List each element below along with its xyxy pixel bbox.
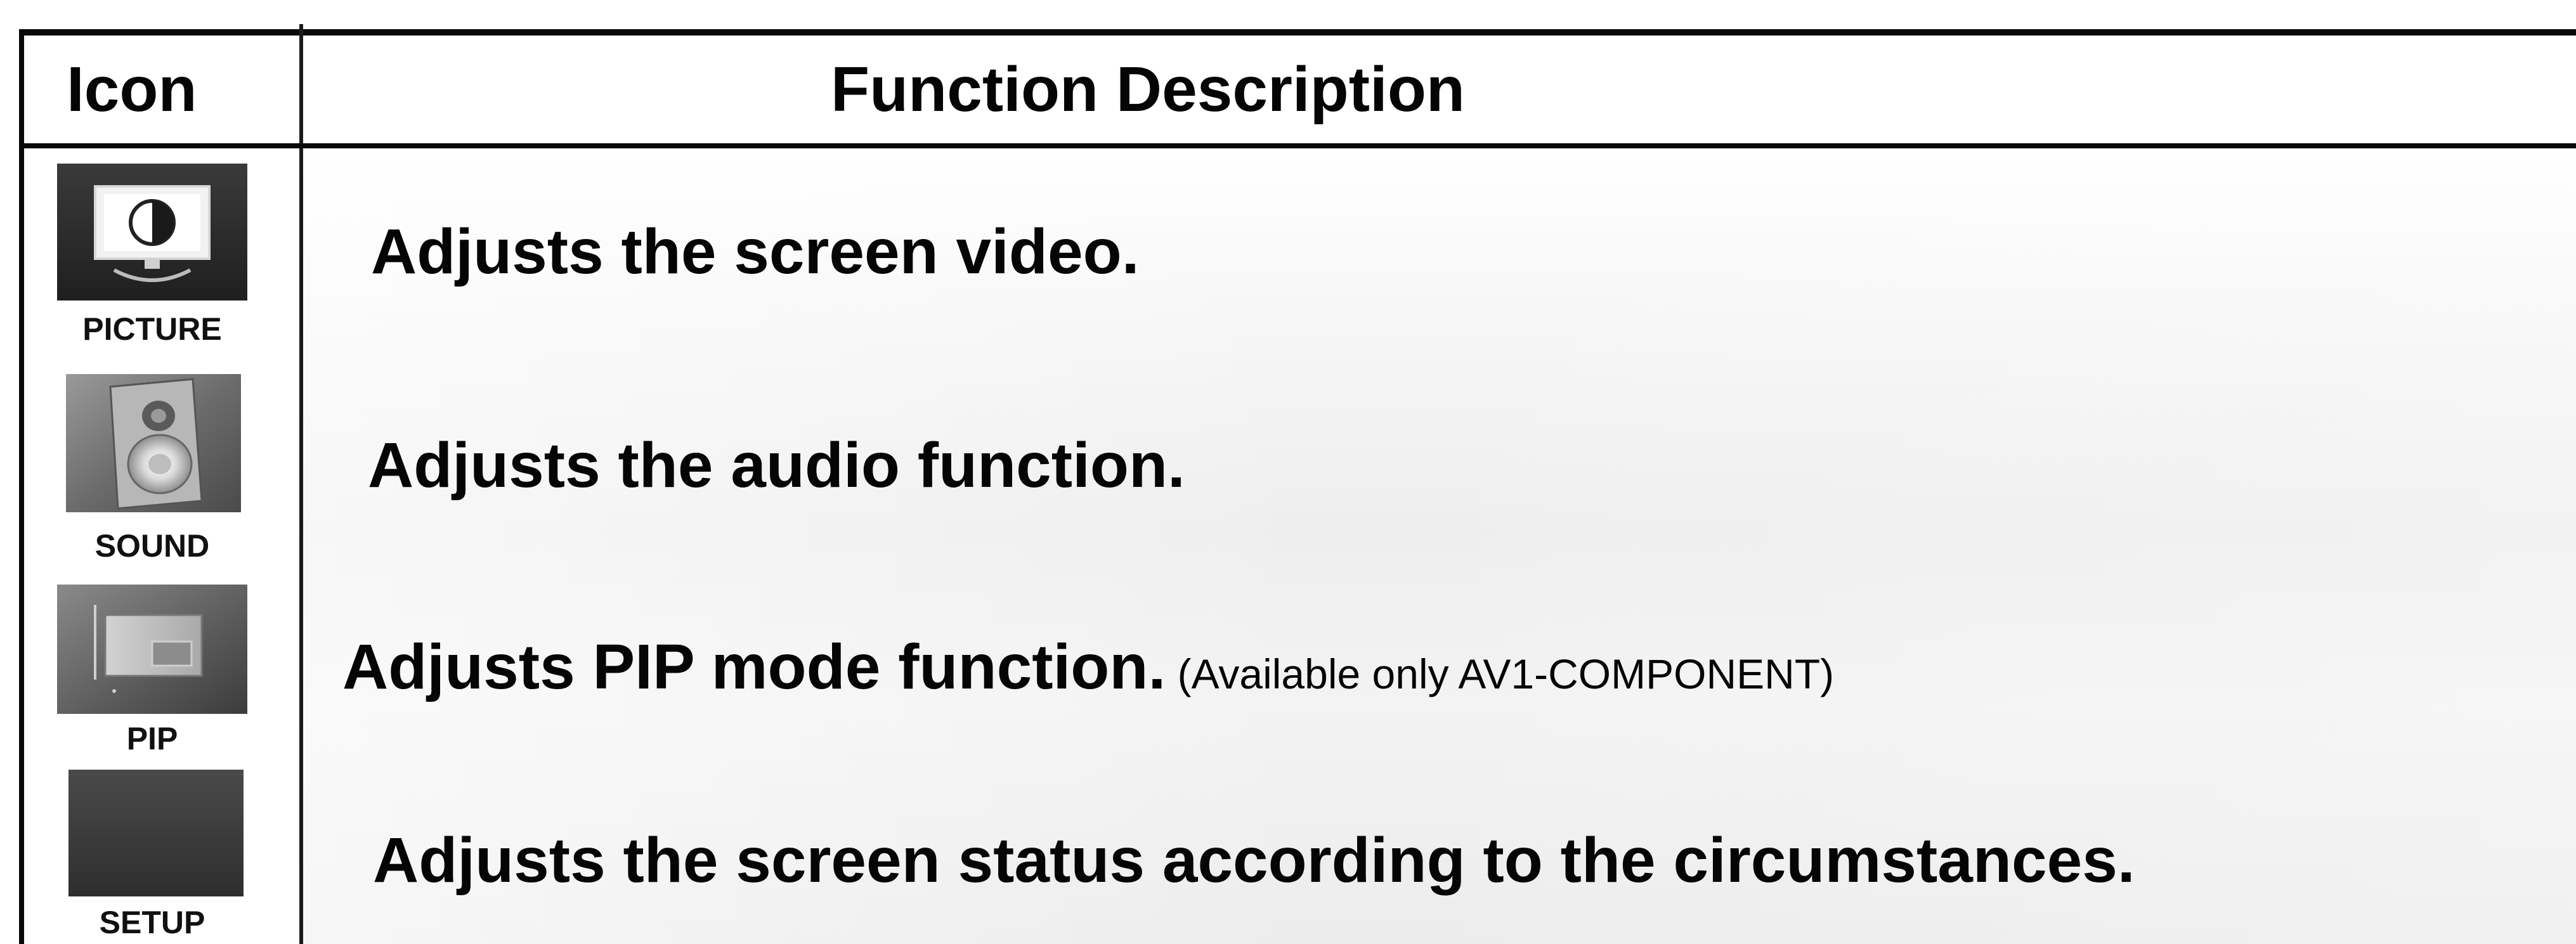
icon-label-setup: SETUP: [99, 905, 205, 940]
description-note: (Available only AV1-COMPONENT): [1166, 650, 1835, 697]
table-row: PICTURE: [57, 164, 247, 354]
description-text: Adjusts the screen video.: [371, 216, 1140, 287]
description-text: Adjusts PIP mode function.: [342, 631, 1166, 702]
setup-icon: [68, 770, 244, 896]
icon-label-pip: PIP: [126, 721, 178, 756]
header-divider: [19, 143, 2576, 148]
icon-label-picture: PICTURE: [82, 311, 222, 347]
table-row: PIP: [57, 585, 247, 762]
description-text: Adjusts the audio function.: [368, 430, 1185, 501]
picture-monitor-icon: [57, 164, 247, 301]
sound-speaker-icon: [66, 374, 241, 512]
description-picture: Adjusts the screen video.: [371, 216, 1139, 288]
header-function-description-column: Function Description: [831, 53, 1465, 125]
description-text: Adjusts the screen status according to t…: [373, 825, 2135, 896]
table-row: SOUND: [57, 374, 247, 564]
description-sound: Adjusts the audio function.: [368, 429, 1185, 502]
header-icon-column: Icon: [67, 53, 197, 125]
description-setup: Adjusts the screen status according to t…: [373, 824, 2135, 897]
table-row: SETUP: [57, 770, 247, 944]
description-pip: Adjusts PIP mode function. (Available on…: [342, 631, 1834, 704]
pip-window-icon: [57, 585, 247, 714]
icon-label-sound: SOUND: [94, 528, 210, 564]
